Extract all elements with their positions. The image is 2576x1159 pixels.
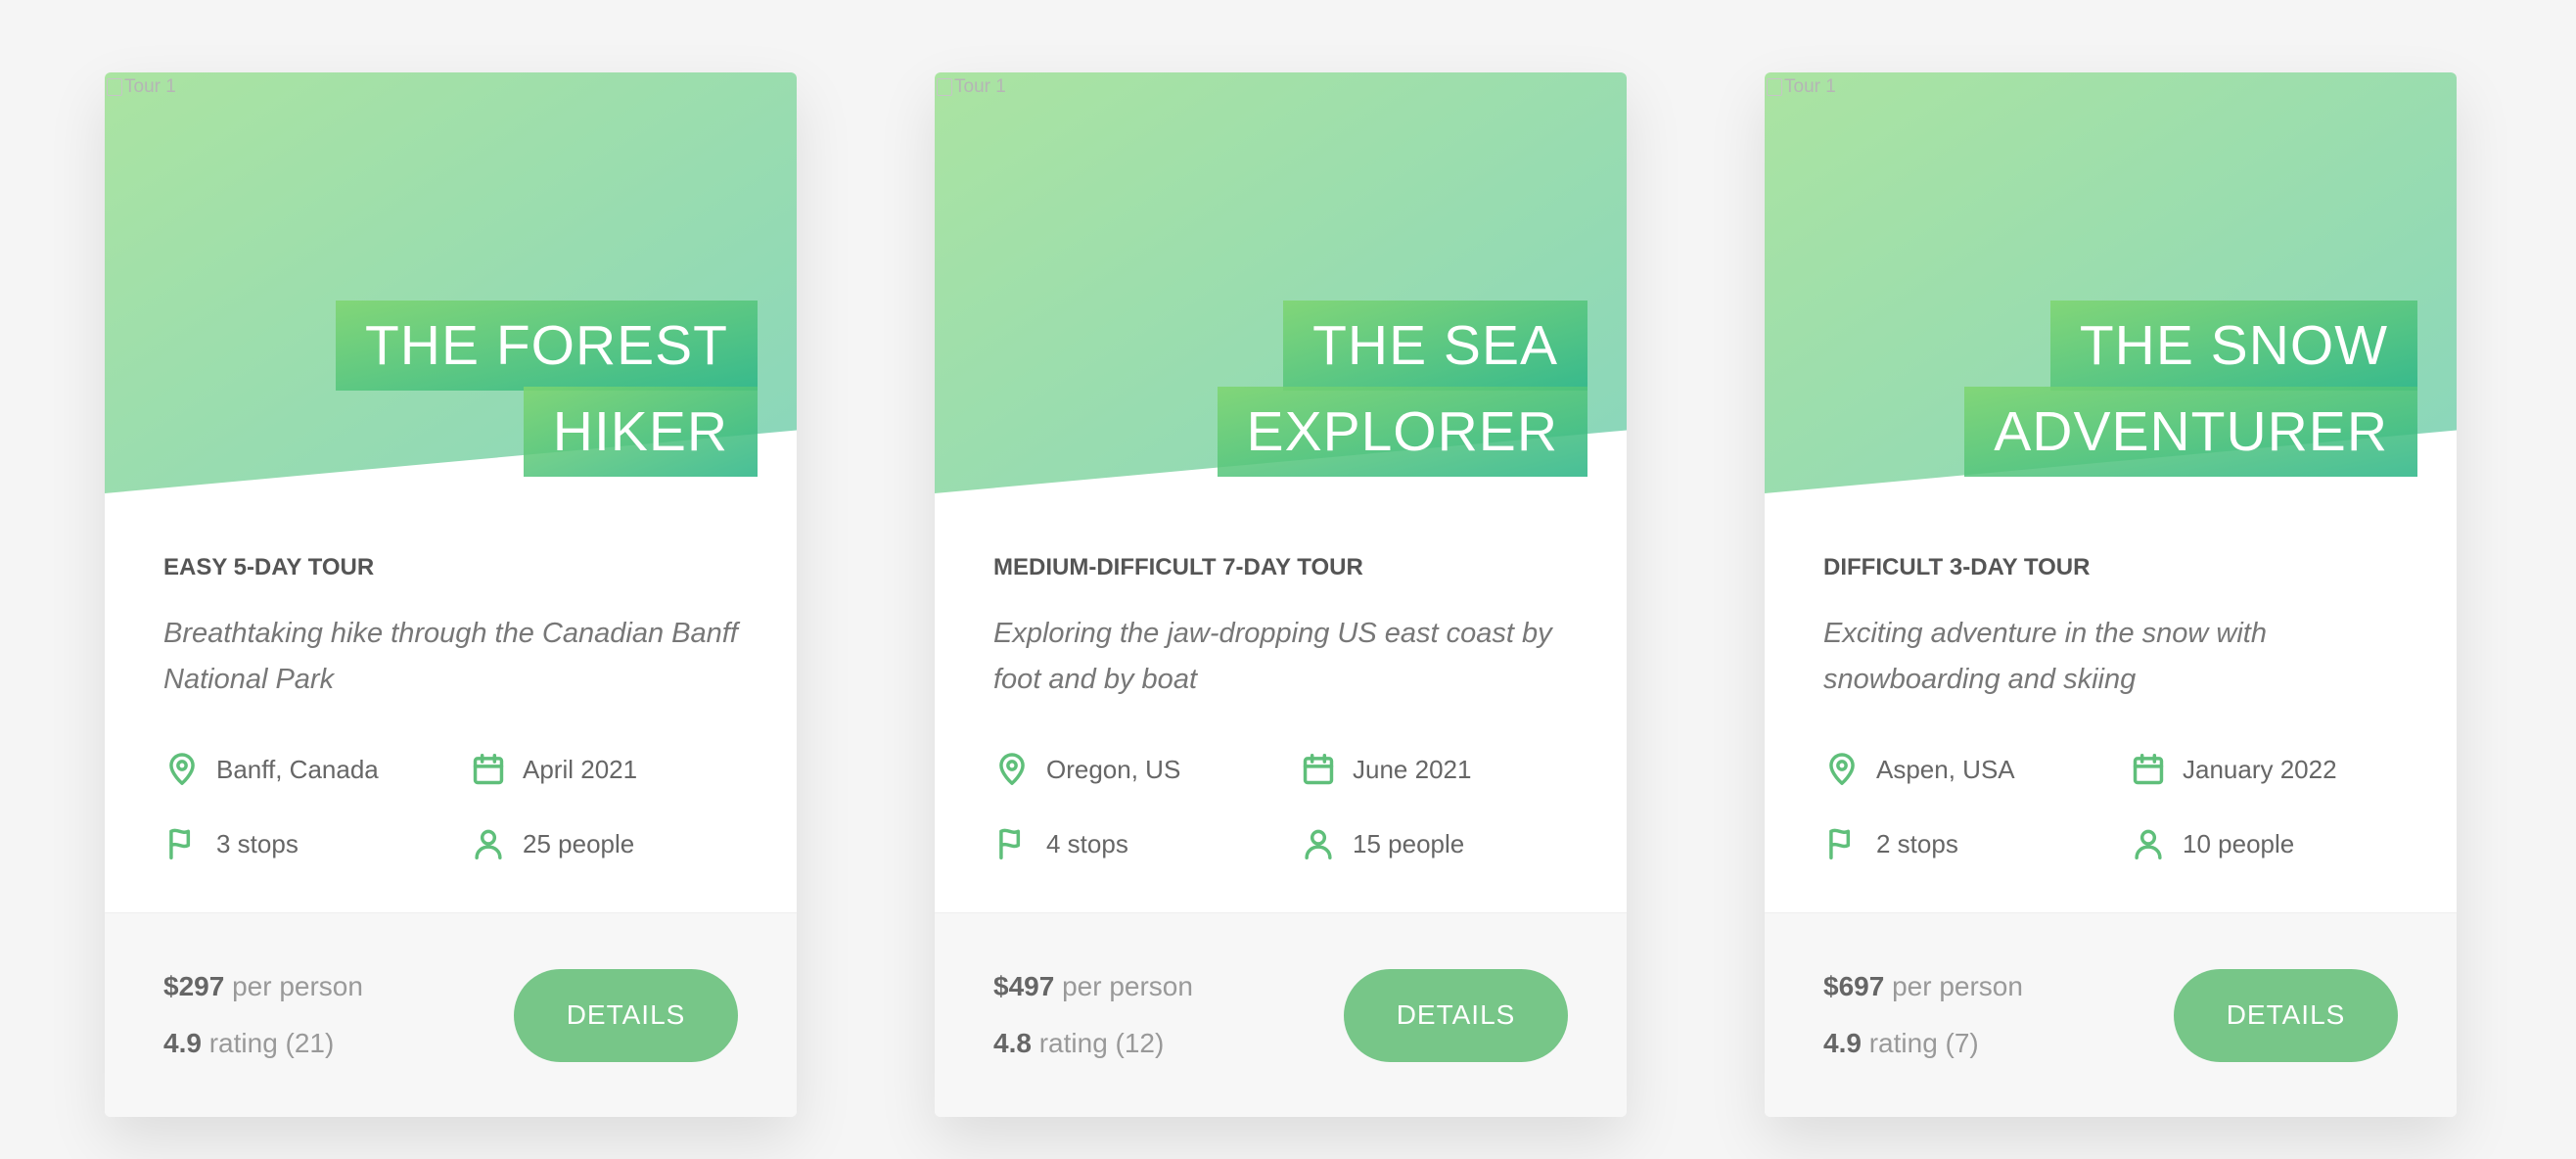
rating-line: 4.9 rating (21): [163, 1028, 363, 1059]
card-sub-heading: Difficult 3-day tour: [1823, 554, 2091, 580]
card-data-stops: 4 stops: [993, 824, 1300, 863]
rating-value: 4.9: [163, 1028, 202, 1058]
rating-value: 4.8: [993, 1028, 1032, 1058]
price-value: $497: [993, 971, 1055, 1001]
card-heading-line-1: The Forest: [335, 301, 758, 391]
tour-cards: Tour 1 The Forest Hiker Easy 5-day tour …: [105, 72, 2457, 1117]
card-heading-line-2: Hiker: [523, 387, 758, 477]
date-text: April 2021: [523, 754, 638, 784]
card-data-date: June 2021: [1300, 750, 1568, 789]
stops-text: 3 stops: [216, 828, 299, 858]
rating-value: 4.9: [1823, 1028, 1862, 1058]
card-details: Difficult 3-day tour Exciting adventure …: [1765, 493, 2457, 863]
people-text: 25 people: [523, 828, 635, 858]
card-data-grid: Oregon, US June 2021 4 stops 15 people: [993, 750, 1568, 863]
card-description: Exciting adventure in the snow with snow…: [1823, 618, 2267, 695]
card-data-location: Oregon, US: [993, 750, 1300, 789]
flag-icon: [1829, 828, 1851, 859]
tour-card: Tour 1 The Forest Hiker Easy 5-day tour …: [105, 72, 797, 1117]
tour-card: Tour 1 The Snow Adventurer Difficult 3-d…: [1765, 72, 2457, 1117]
card-data-stops: 3 stops: [163, 824, 470, 863]
price-value: $297: [163, 971, 225, 1001]
calendar-icon: [2133, 754, 2164, 785]
card-footer: $697 per person 4.9 rating (7) Details: [1765, 912, 2457, 1117]
price-unit: per person: [1062, 971, 1193, 1001]
price-line: $697 per person: [1823, 971, 2023, 1002]
user-icon: [2135, 829, 2162, 859]
map-pin-icon: [169, 753, 195, 785]
flag-icon: [169, 828, 191, 859]
card-sub-heading: Easy 5-day tour: [163, 554, 375, 580]
card-data-date: January 2022: [2130, 750, 2398, 789]
card-footer: $297 per person 4.9 rating (21) Details: [105, 912, 797, 1117]
card-heading: The Snow Adventurer: [1899, 301, 2417, 477]
card-header: Tour 1 The Snow Adventurer: [1765, 72, 2457, 493]
price-line: $497 per person: [993, 971, 1193, 1002]
user-icon: [1305, 829, 1332, 859]
card-details: Medium-difficult 7-day tour Exploring th…: [935, 493, 1627, 863]
rating-label: rating (7): [1868, 1028, 1979, 1058]
price-line: $297 per person: [163, 971, 363, 1002]
rating-label: rating (12): [1038, 1028, 1165, 1058]
card-heading-line-2: Explorer: [1217, 387, 1587, 477]
card-heading-line-1: The Sea: [1283, 301, 1587, 391]
location-text: Banff, Canada: [216, 754, 379, 784]
people-text: 10 people: [2183, 828, 2295, 858]
card-heading-line-1: The Snow: [2049, 301, 2417, 391]
card-header: Tour 1 The Forest Hiker: [105, 72, 797, 493]
people-text: 15 people: [1353, 828, 1465, 858]
broken-image-icon: Tour 1: [937, 76, 1006, 98]
card-data-people: 15 people: [1300, 824, 1568, 863]
card-header: Tour 1 The Sea Explorer: [935, 72, 1627, 493]
broken-image-icon: Tour 1: [107, 76, 176, 98]
card-footer-info: $297 per person 4.9 rating (21): [163, 971, 363, 1059]
card-data-location: Banff, Canada: [163, 750, 470, 789]
stops-text: 2 stops: [1876, 828, 1958, 858]
card-details: Easy 5-day tour Breathtaking hike throug…: [105, 493, 797, 863]
card-footer-info: $497 per person 4.8 rating (12): [993, 971, 1193, 1059]
details-button[interactable]: Details: [2174, 968, 2398, 1062]
card-data-people: 25 people: [470, 824, 738, 863]
calendar-icon: [1303, 754, 1334, 785]
card-heading-line-2: Adventurer: [1964, 387, 2417, 477]
flag-icon: [999, 828, 1021, 859]
broken-image-icon: Tour 1: [1767, 76, 1836, 98]
card-data-stops: 2 stops: [1823, 824, 2130, 863]
date-text: January 2022: [2183, 754, 2337, 784]
tour-card: Tour 1 The Sea Explorer Medium-difficult…: [935, 72, 1627, 1117]
location-text: Oregon, US: [1046, 754, 1181, 784]
price-unit: per person: [1892, 971, 2023, 1001]
card-footer: $497 per person 4.8 rating (12) Details: [935, 912, 1627, 1117]
card-data-grid: Banff, Canada April 2021 3 stops 25 peop…: [163, 750, 738, 863]
calendar-icon: [473, 754, 504, 785]
rating-line: 4.8 rating (12): [993, 1028, 1193, 1059]
card-footer-info: $697 per person 4.9 rating (7): [1823, 971, 2023, 1059]
card-heading: The Forest Hiker: [239, 301, 758, 477]
rating-label: rating (21): [208, 1028, 335, 1058]
details-button[interactable]: Details: [1344, 968, 1568, 1062]
stops-text: 4 stops: [1046, 828, 1128, 858]
price-unit: per person: [232, 971, 363, 1001]
card-data-people: 10 people: [2130, 824, 2398, 863]
card-description: Breathtaking hike through the Canadian B…: [163, 618, 738, 695]
price-value: $697: [1823, 971, 1885, 1001]
map-pin-icon: [999, 753, 1025, 785]
card-data-grid: Aspen, USA January 2022 2 stops 10 peopl…: [1823, 750, 2398, 863]
user-icon: [475, 829, 502, 859]
card-description: Exploring the jaw-dropping US east coast…: [993, 618, 1552, 695]
date-text: June 2021: [1353, 754, 1472, 784]
location-text: Aspen, USA: [1876, 754, 2015, 784]
rating-line: 4.9 rating (7): [1823, 1028, 2023, 1059]
card-sub-heading: Medium-difficult 7-day tour: [993, 554, 1363, 580]
map-pin-icon: [1829, 753, 1855, 785]
details-button[interactable]: Details: [514, 968, 738, 1062]
card-data-date: April 2021: [470, 750, 738, 789]
card-data-location: Aspen, USA: [1823, 750, 2130, 789]
card-heading: The Sea Explorer: [1069, 301, 1587, 477]
